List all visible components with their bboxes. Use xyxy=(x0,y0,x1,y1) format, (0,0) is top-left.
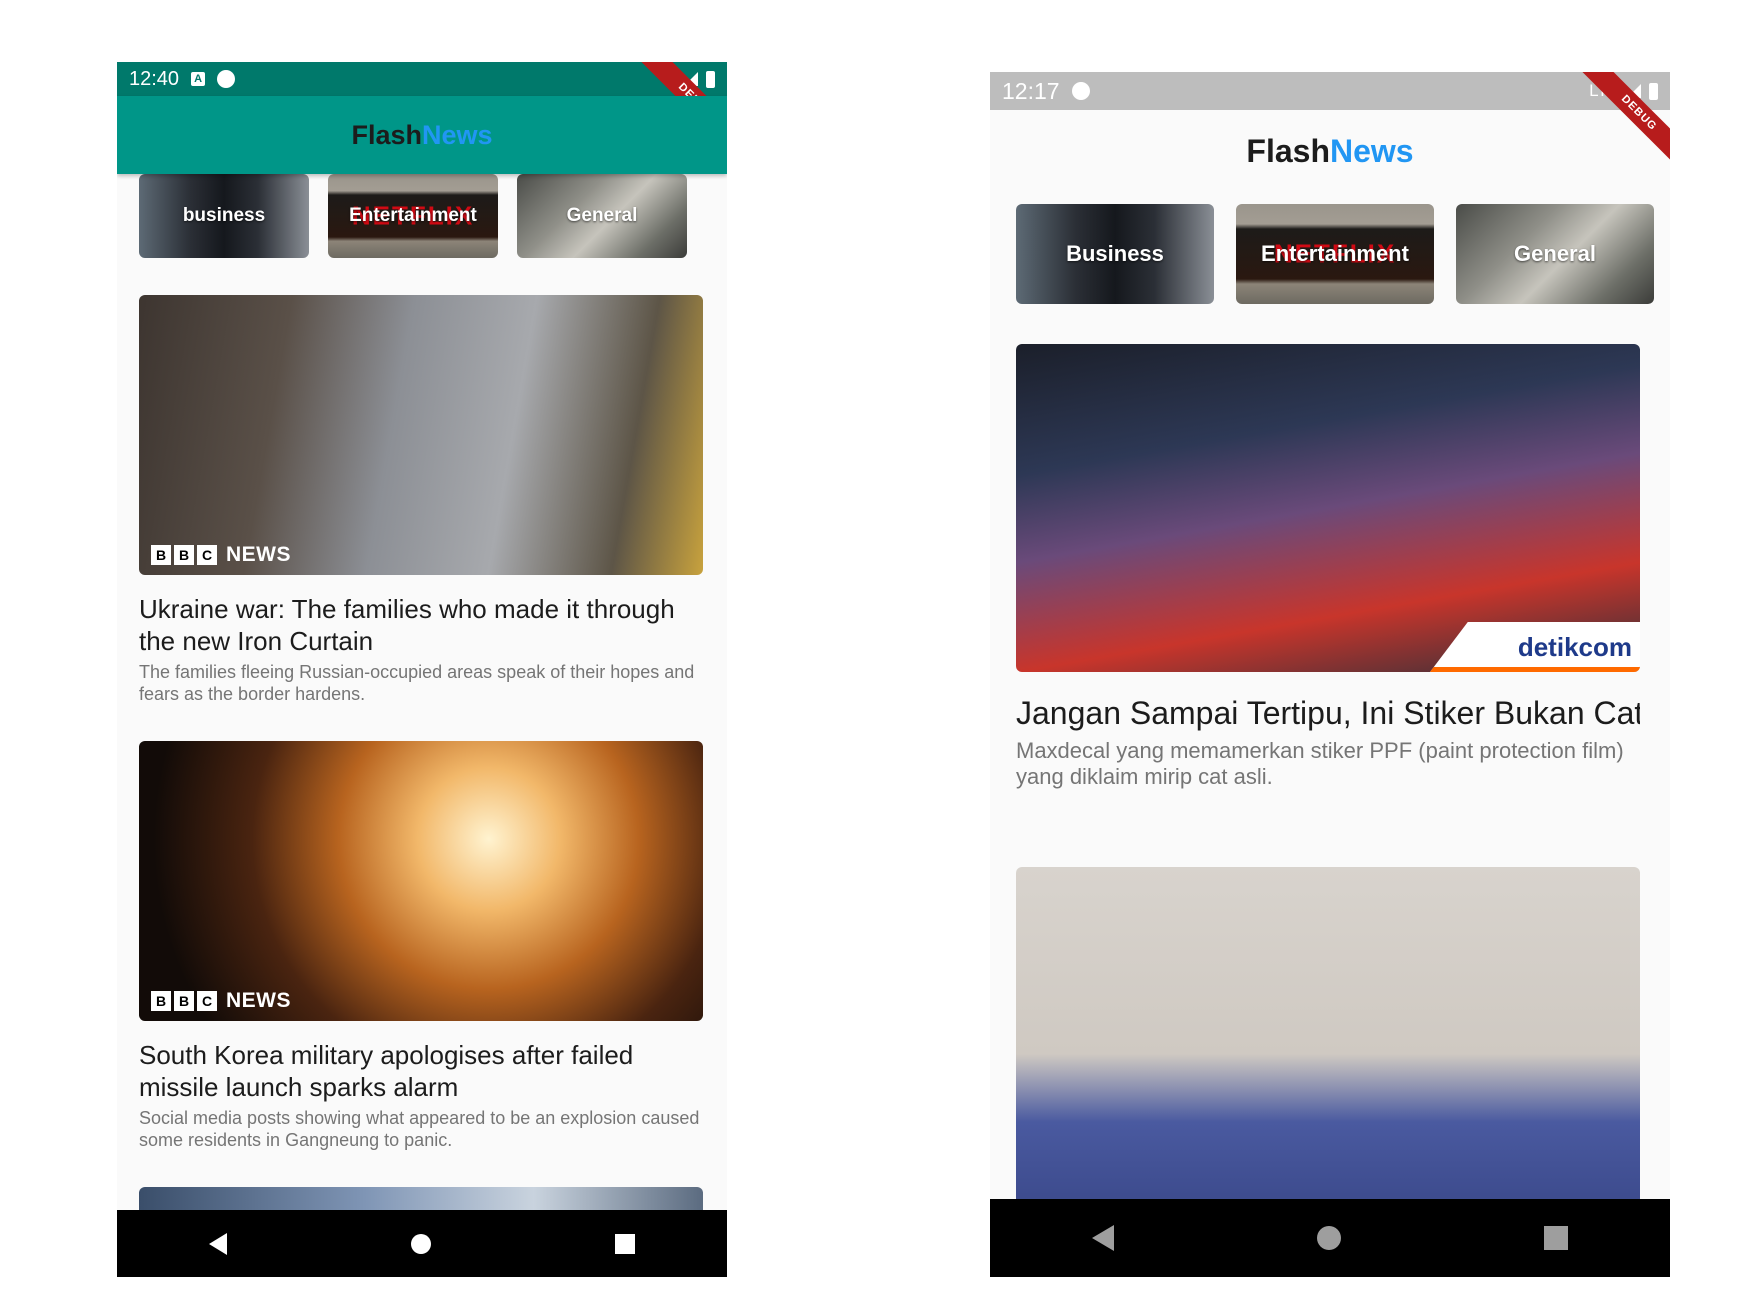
category-label: General xyxy=(1514,241,1596,266)
back-icon[interactable] xyxy=(209,1232,227,1255)
bbc-news-word: NEWS xyxy=(226,543,291,566)
status-bar: 12:17 LTE xyxy=(990,72,1670,110)
category-business[interactable]: business xyxy=(139,174,309,258)
system-nav-bar xyxy=(990,1199,1670,1277)
recent-apps-icon[interactable] xyxy=(615,1233,635,1254)
category-list: Business NETFLIX Entertainment General xyxy=(1016,204,1654,304)
bbc-news-logo: B B C NEWS xyxy=(151,989,291,1013)
notification-a-icon: A xyxy=(191,72,206,86)
bbc-block: C xyxy=(197,991,217,1011)
article-image: B B C NEWS xyxy=(139,295,703,575)
category-label: Business xyxy=(1066,241,1164,266)
bbc-block: B xyxy=(151,545,171,565)
category-business[interactable]: Business xyxy=(1016,204,1214,304)
app-bar: FlashNews xyxy=(117,96,727,174)
article-card[interactable]: detikcom Jangan Sampai Tertipu, Ini Stik… xyxy=(1016,344,1640,790)
article-title: South Korea military apologises after fa… xyxy=(139,1040,634,1102)
status-bar: 12:40 A xyxy=(117,62,727,96)
home-icon[interactable] xyxy=(411,1233,431,1254)
article-card[interactable]: B B C NEWS Ukraine war: The families who… xyxy=(139,295,703,705)
battery-icon xyxy=(1649,82,1658,100)
bbc-block: B xyxy=(174,991,194,1011)
category-entertainment[interactable]: NETFLIX Entertainment xyxy=(1236,204,1434,304)
notification-circle-icon xyxy=(217,70,236,88)
article-image: B B C NEWS xyxy=(139,741,703,1021)
app-bar: FlashNews xyxy=(990,110,1670,192)
home-icon[interactable] xyxy=(1316,1226,1341,1250)
category-label: Entertainment xyxy=(349,205,477,226)
app-title-news: News xyxy=(1329,133,1414,169)
category-label: business xyxy=(182,205,266,226)
notification-circle-icon xyxy=(1071,82,1090,100)
bbc-block: B xyxy=(174,545,194,565)
app-title-flash: Flash xyxy=(1246,133,1330,169)
article-card[interactable] xyxy=(1016,867,1640,1207)
article-image: detikcom xyxy=(1016,344,1640,672)
category-general[interactable]: General xyxy=(1456,204,1654,304)
article-description: Social media posts showing what appeared… xyxy=(139,1108,700,1150)
recent-apps-icon[interactable] xyxy=(1544,1226,1569,1250)
bbc-block: B xyxy=(151,991,171,1011)
category-label: General xyxy=(566,205,638,226)
article-description: Maxdecal yang memamerkan stiker PPF (pai… xyxy=(1016,738,1624,789)
status-time: 12:40 xyxy=(129,67,180,90)
battery-icon xyxy=(706,70,715,88)
article-title: Ukraine war: The families who made it th… xyxy=(139,594,675,656)
detikcom-logo: detikcom xyxy=(1430,622,1640,672)
phone-left: 12:40 A DEBUG FlashNews business NETFLIX… xyxy=(117,62,727,1277)
app-title-flash: Flash xyxy=(351,120,422,150)
system-nav-bar xyxy=(117,1210,727,1277)
category-label: Entertainment xyxy=(1261,241,1409,266)
app-title-news: News xyxy=(421,120,493,150)
phone-right: 12:17 LTE DEBUG FlashNews Business NETFL… xyxy=(990,72,1670,1277)
bbc-news-word: NEWS xyxy=(226,989,291,1012)
article-image xyxy=(1016,867,1640,1207)
article-title: Jangan Sampai Tertipu, Ini Stiker Bukan … xyxy=(1016,695,1640,731)
bbc-news-logo: B B C NEWS xyxy=(151,543,291,567)
article-description: The families fleeing Russian-occupied ar… xyxy=(139,662,695,704)
bbc-block: C xyxy=(197,545,217,565)
status-time: 12:17 xyxy=(1002,77,1060,104)
category-list: business NETFLIX Entertainment General xyxy=(139,174,687,258)
category-entertainment[interactable]: NETFLIX Entertainment xyxy=(328,174,498,258)
category-general[interactable]: General xyxy=(517,174,687,258)
back-icon[interactable] xyxy=(1091,1225,1114,1251)
article-card[interactable]: B B C NEWS South Korea military apologis… xyxy=(139,741,703,1151)
